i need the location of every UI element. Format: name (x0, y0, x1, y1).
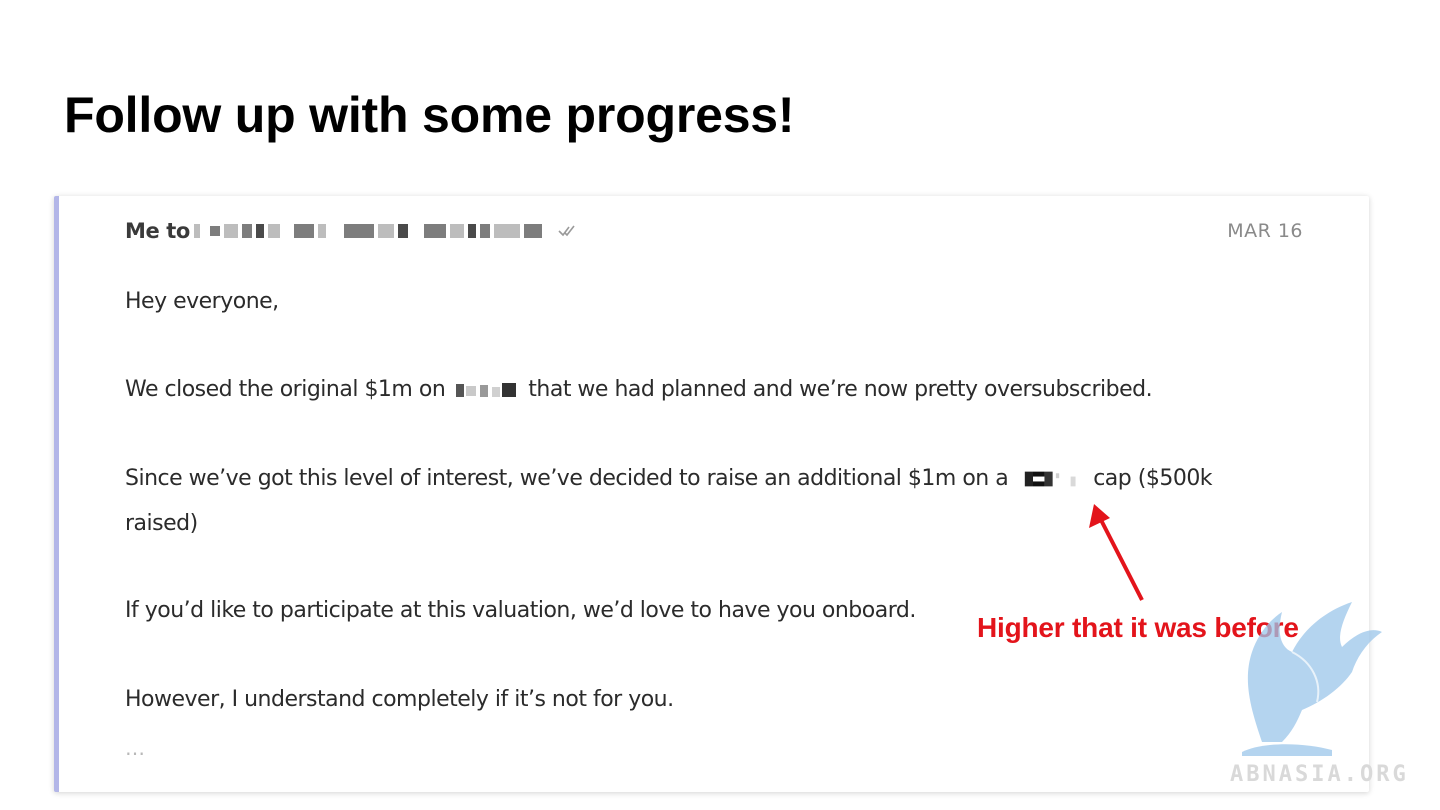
paragraph-2-start: Since we’ve got this level of interest, … (125, 466, 1009, 491)
email-paragraph-2-continued: raised) (125, 511, 198, 536)
sender-label: Me to (125, 219, 190, 243)
email-paragraph-1: We closed the original $1m on that we ha… (125, 368, 1153, 412)
email-header: Me to MAR 16 (125, 216, 1303, 246)
redacted-text (455, 383, 516, 397)
email-trimmed-ellipsis[interactable]: … (125, 736, 147, 760)
paragraph-1-start: We closed the original $1m on (125, 377, 446, 402)
watermark-text: ABNASIA.ORG (1230, 762, 1409, 787)
email-greeting: Hey everyone, (125, 289, 279, 314)
email-paragraph-4: However, I understand completely if it’s… (125, 687, 674, 712)
red-arrow-icon (1089, 504, 1144, 601)
email-paragraph-2: Since we’ve got this level of interest, … (125, 457, 1213, 501)
email-date: MAR 16 (1227, 220, 1303, 242)
email-paragraph-3: If you’d like to participate at this val… (125, 598, 916, 623)
slide-title: Follow up with some progress! (64, 87, 795, 143)
griffin-logo-icon (1242, 602, 1382, 756)
redacted-recipients (193, 224, 542, 238)
paragraph-1-end: that we had planned and we’re now pretty… (528, 377, 1153, 402)
paragraph-2-end: cap ($500k (1093, 466, 1213, 491)
email-card: Me to MAR 16 Hey everyone, We closed the… (54, 196, 1369, 792)
double-check-icon (558, 225, 575, 237)
redacted-cap-value (1024, 471, 1076, 487)
